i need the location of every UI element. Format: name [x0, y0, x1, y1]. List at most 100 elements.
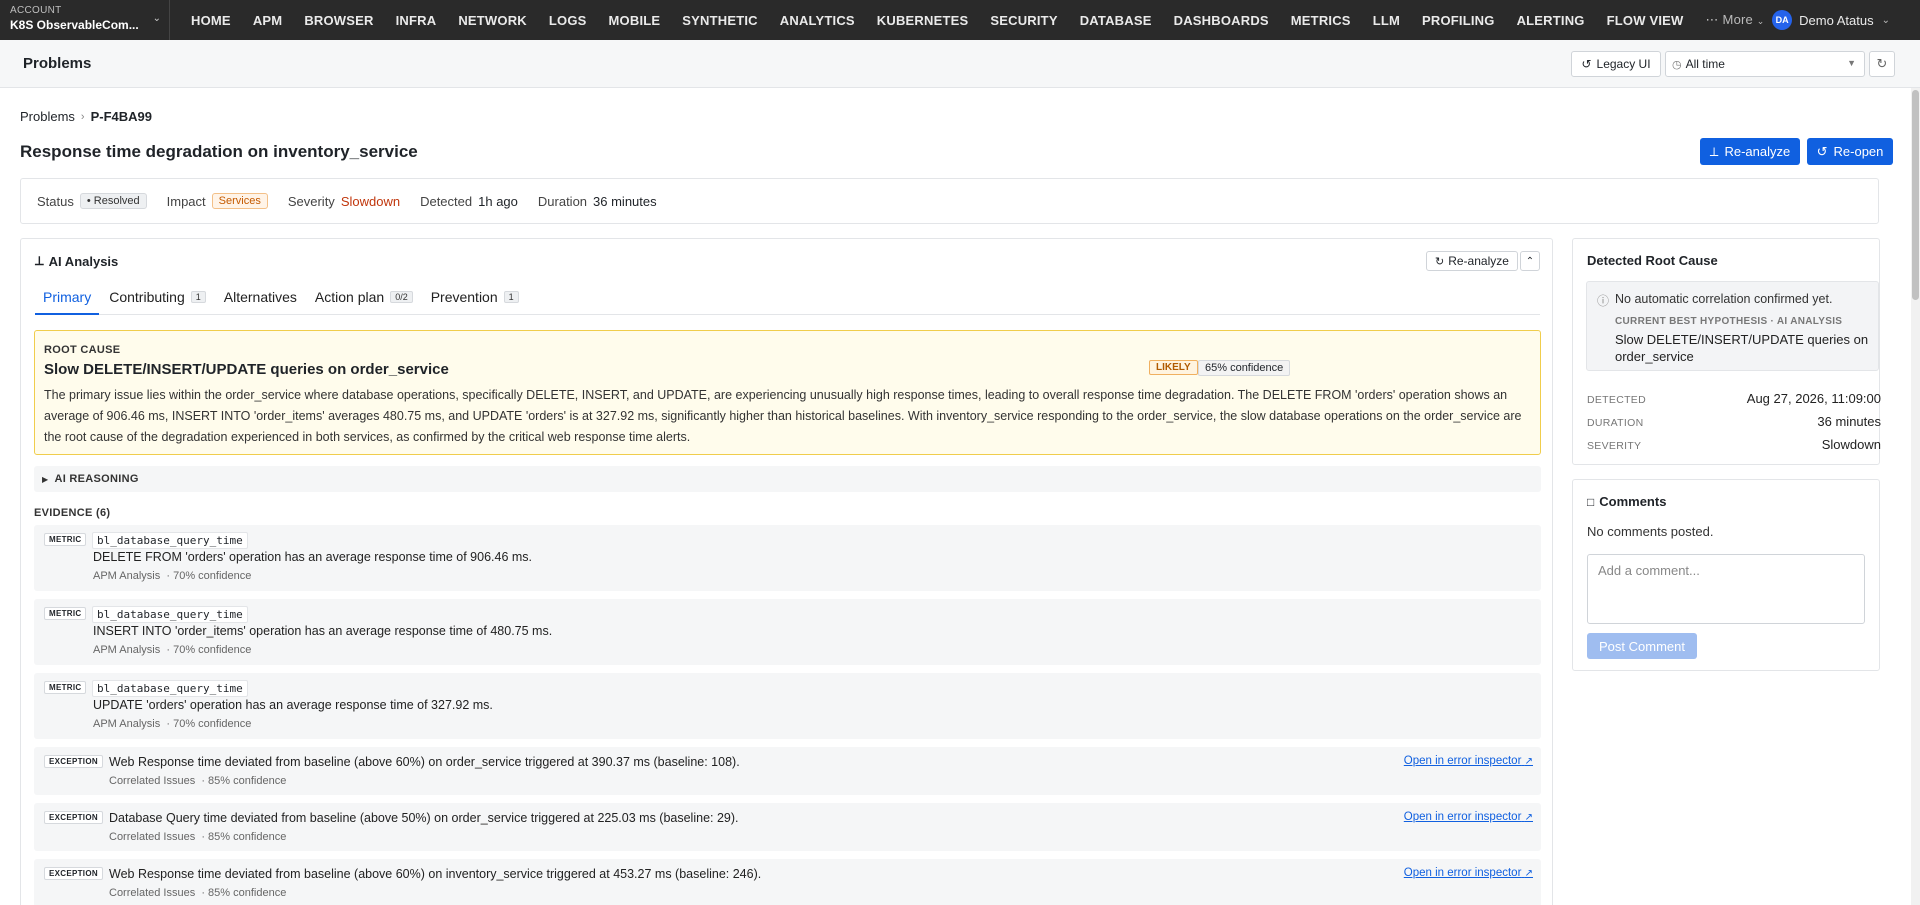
tab-label: Action plan	[314, 289, 385, 305]
chevron-down-icon: ⌄	[1756, 16, 1765, 26]
nav-item-infra[interactable]: INFRA	[396, 13, 437, 28]
reanalyze-button[interactable]: ⟂ Re-analyze	[1700, 138, 1800, 165]
page-scrollbar[interactable]	[1911, 88, 1920, 905]
no-comments-text: No comments posted.	[1587, 524, 1714, 539]
nav-item-analytics[interactable]: ANALYTICS	[780, 13, 855, 28]
account-switcher[interactable]: ACCOUNT K8S ObservableCom... ⌄	[0, 0, 170, 40]
ai-analysis-panel: ⟂ AI Analysis ↻ Re-analyze ⌃ Primary Cont…	[20, 238, 1553, 905]
detected-value: Aug 27, 2026, 11:09:00	[1746, 391, 1881, 406]
nav-item-llm[interactable]: LLM	[1373, 13, 1400, 28]
ai-icon: ⟂	[1709, 143, 1719, 159]
chevron-down-icon: ⌄	[1881, 14, 1890, 26]
nav-item-database[interactable]: DATABASE	[1080, 13, 1152, 28]
nav-items: HOME APM BROWSER INFRA NETWORK LOGS MOBILE SYNT…	[170, 0, 1776, 40]
nav-more-menu[interactable]: ⋯ More ⌄	[1706, 12, 1765, 28]
caret-right-icon: ▶	[42, 474, 49, 484]
open-error-inspector-link[interactable]: Open in error inspector ↗	[1404, 867, 1533, 879]
nav-item-home[interactable]: HOME	[191, 13, 231, 28]
evidence-type-badge: METRIC	[44, 533, 87, 546]
reopen-icon: ↺	[1816, 143, 1828, 159]
legacy-ui-button[interactable]: ↺ Legacy UI	[1571, 51, 1661, 77]
nav-item-browser[interactable]: BROWSER	[304, 13, 373, 28]
breadcrumb: Problems › P-F4BA99	[20, 109, 152, 124]
tab-label: Primary	[43, 289, 92, 305]
nav-item-profiling[interactable]: PROFILING	[1422, 13, 1495, 28]
nav-item-network[interactable]: NETWORK	[458, 13, 527, 28]
evidence-item: METRIC bl_database_query_time INSERT INTO …	[34, 599, 1541, 665]
tab-count-badge: 1	[503, 291, 519, 303]
comments-title: □ Comments	[1587, 494, 1666, 509]
tab-count-badge: 0/2	[390, 291, 413, 303]
user-menu[interactable]: DA Demo Atatus ⌄	[1772, 0, 1890, 40]
ellipsis-icon: ⋯	[1705, 12, 1719, 27]
evidence-item: EXCEPTION Database Query time deviated fr…	[34, 803, 1541, 851]
tab-primary[interactable]: Primary	[35, 289, 100, 315]
ai-reasoning-label: AI REASONING	[54, 473, 139, 485]
evidence-meta: APM Analysis · 70% confidence	[93, 570, 252, 582]
ai-reasoning-toggle[interactable]: ▶ AI REASONING	[34, 466, 1541, 492]
nav-item-security[interactable]: SECURITY	[990, 13, 1057, 28]
external-link-icon: ↗	[1524, 756, 1533, 767]
ai-analysis-title: ⟂ AI Analysis	[35, 253, 118, 269]
duration-key: DURATION	[1587, 417, 1644, 429]
tab-label: Alternatives	[223, 289, 297, 305]
nav-more-label: More	[1722, 12, 1753, 27]
root-cause-description: The primary issue lies within the order_…	[44, 388, 1522, 444]
reopen-button[interactable]: ↺ Re-open	[1807, 138, 1893, 165]
collapse-button[interactable]: ⌃	[1520, 251, 1540, 271]
top-nav: ACCOUNT K8S ObservableCom... ⌄ HOME APM BR…	[0, 0, 1920, 40]
nav-item-metrics[interactable]: METRICS	[1291, 13, 1351, 28]
refresh-button[interactable]: ↻	[1869, 51, 1895, 77]
evidence-description: Web Response time deviated from baseline…	[109, 867, 762, 881]
scrollbar-thumb[interactable]	[1912, 90, 1919, 300]
impact-key: Impact	[166, 193, 206, 209]
tab-prevention[interactable]: Prevention 1	[423, 289, 527, 315]
time-range-value: All time	[1685, 57, 1725, 71]
evidence-item: EXCEPTION Web Response time deviated from…	[34, 747, 1541, 795]
nav-item-kubernetes[interactable]: KUBERNETES	[877, 13, 969, 28]
detected-row: DETECTED Aug 27, 2026, 11:09:00	[1587, 391, 1881, 406]
chevron-down-icon: ⌄	[152, 13, 161, 24]
evidence-meta: Correlated Issues · 85% confidence	[109, 775, 287, 787]
post-comment-button[interactable]: Post Comment	[1587, 633, 1697, 659]
evidence-description: DELETE FROM 'orders' operation has an av…	[93, 550, 533, 564]
detected-key: Detected	[420, 193, 473, 209]
reanalyze-label: Re-analyze	[1724, 144, 1791, 159]
tab-contributing[interactable]: Contributing 1	[101, 289, 214, 315]
nav-item-logs[interactable]: LOGS	[549, 13, 587, 28]
breadcrumb-root[interactable]: Problems	[20, 109, 75, 124]
open-error-inspector-link[interactable]: Open in error inspector ↗	[1404, 755, 1533, 767]
evidence-description: INSERT INTO 'order_items' operation has …	[93, 624, 553, 638]
duration-value: 36 minutes	[593, 193, 657, 209]
time-range-select[interactable]: ◷ All time ▼	[1665, 51, 1865, 77]
impact-badge: Services	[211, 193, 268, 209]
nav-item-synthetic[interactable]: SYNTHETIC	[682, 13, 757, 28]
nav-item-dashboards[interactable]: DASHBOARDS	[1174, 13, 1269, 28]
evidence-type-badge: METRIC	[44, 607, 87, 620]
evidence-type-badge: METRIC	[44, 681, 87, 694]
nav-item-mobile[interactable]: MOBILE	[609, 13, 661, 28]
ai-analysis-label: AI Analysis	[48, 253, 119, 269]
nav-item-flow-view[interactable]: FLOW VIEW	[1607, 13, 1684, 28]
root-cause-card: ROOT CAUSE Slow DELETE/INSERT/UPDATE que…	[34, 330, 1541, 455]
duration-row: DURATION 36 minutes	[1587, 414, 1881, 429]
comments-panel: □ Comments No comments posted. Post Comm…	[1572, 479, 1880, 671]
tab-action-plan[interactable]: Action plan 0/2	[307, 289, 421, 315]
tab-alternatives[interactable]: Alternatives	[216, 289, 305, 315]
status-badge: • Resolved	[79, 193, 147, 209]
comment-input[interactable]	[1587, 554, 1865, 624]
evidence-item: METRIC bl_database_query_time UPDATE 'orde…	[34, 673, 1541, 739]
account-name: K8S ObservableCom...	[10, 18, 139, 32]
chevron-up-icon: ⌃	[1525, 255, 1535, 267]
evidence-item: METRIC bl_database_query_time DELETE FROM …	[34, 525, 1541, 591]
evidence-meta: Correlated Issues · 85% confidence	[109, 887, 287, 899]
severity-value: Slowdown	[1821, 437, 1881, 452]
ai-reanalyze-button[interactable]: ↻ Re-analyze	[1426, 251, 1518, 271]
problem-title: Response time degradation on inventory_s…	[20, 142, 418, 161]
open-error-inspector-link[interactable]: Open in error inspector ↗	[1404, 811, 1533, 823]
duration-value: 36 minutes	[1817, 414, 1881, 429]
analysis-tabs: Primary Contributing 1 Alternatives Action p…	[35, 289, 1540, 315]
nav-item-apm[interactable]: APM	[253, 13, 283, 28]
root-cause-title: Slow DELETE/INSERT/UPDATE queries on ord…	[44, 361, 449, 378]
nav-item-alerting[interactable]: ALERTING	[1517, 13, 1585, 28]
